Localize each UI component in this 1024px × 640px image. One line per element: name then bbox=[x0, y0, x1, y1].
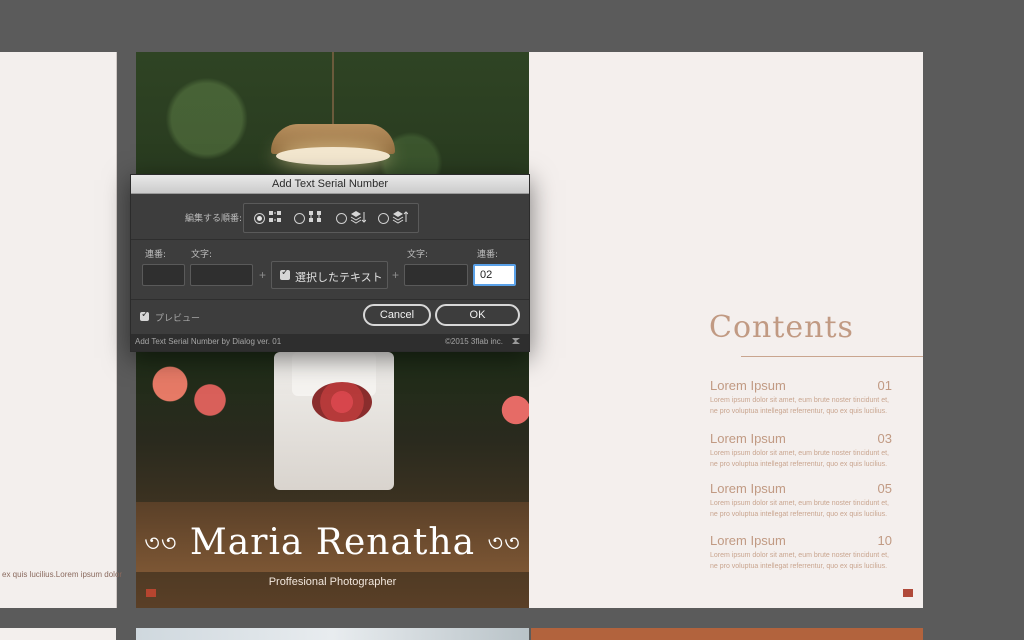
entry-name: Lorem Ipsum bbox=[710, 481, 786, 496]
entry-name: Lorem Ipsum bbox=[710, 431, 786, 446]
text-left-input[interactable] bbox=[190, 264, 253, 286]
entry-page: 03 bbox=[877, 431, 892, 446]
preview-label: プレビュー bbox=[155, 314, 201, 324]
footer-copyright: ©2015 3flab inc. bbox=[445, 337, 503, 346]
entry-page: 05 bbox=[877, 481, 892, 496]
add-serial-number-dialog: Add Text Serial Number 編集する順番: 連番: 文字: 文… bbox=[130, 174, 530, 352]
selected-text-toggle[interactable]: 選択したテキスト bbox=[271, 261, 388, 289]
text-left-label: 文字: bbox=[191, 250, 213, 260]
contents-entry: Lorem Ipsum 03 Lorem ipsum dolor sit amet… bbox=[710, 431, 892, 470]
flowers-right bbox=[496, 382, 529, 452]
contents-page: Contents Lorem Ipsum 01 Lorem ipsum dolor… bbox=[529, 52, 923, 608]
entry-page: 10 bbox=[877, 533, 892, 548]
order-radio-layers-down[interactable] bbox=[336, 213, 347, 224]
layers-down-order-icon bbox=[350, 211, 366, 224]
contents-entry: Lorem Ipsum 05 Lorem ipsum dolor sit amet… bbox=[710, 481, 892, 520]
serial-right-label: 連番: bbox=[477, 250, 499, 260]
left-page: ex quis lucilius.Lorem ipsum dolor bbox=[0, 52, 122, 608]
edit-order-group bbox=[243, 203, 419, 233]
order-radio-layers-up[interactable] bbox=[378, 213, 389, 224]
entry-name: Lorem Ipsum bbox=[710, 533, 786, 548]
ok-button[interactable]: OK bbox=[435, 304, 520, 326]
flowers-left bbox=[140, 352, 240, 432]
contents-entry: Lorem Ipsum 01 Lorem ipsum dolor sit amet… bbox=[710, 378, 892, 417]
selected-text-label: 選択したテキスト bbox=[295, 271, 383, 284]
entry-page: 01 bbox=[877, 378, 892, 393]
photo-title-text: Maria Renatha bbox=[189, 522, 476, 563]
preview-checkbox[interactable] bbox=[140, 309, 149, 321]
lamp-cord bbox=[332, 52, 334, 126]
photo-title: ৩৩ Maria Renatha ৩৩ bbox=[136, 522, 529, 565]
order-radio-row[interactable] bbox=[254, 213, 265, 224]
entry-name: Lorem Ipsum bbox=[710, 378, 786, 393]
right-flourish-icon: ৩৩ bbox=[487, 529, 521, 557]
plus-right: + bbox=[392, 268, 400, 282]
grid-column-order-icon bbox=[309, 211, 321, 222]
plus-left: + bbox=[259, 268, 267, 282]
cake-roses bbox=[312, 382, 372, 422]
dialog-divider bbox=[131, 239, 529, 240]
left-flourish-icon: ৩৩ bbox=[144, 529, 178, 557]
serial-left-label: 連番: bbox=[145, 250, 167, 260]
grid-row-order-icon bbox=[269, 211, 281, 222]
lamp-light bbox=[276, 147, 390, 165]
next-spread-left-page bbox=[0, 628, 116, 640]
dialog-title: Add Text Serial Number bbox=[131, 175, 529, 194]
entry-body: Lorem ipsum dolor sit amet, eum brute no… bbox=[710, 500, 889, 518]
photo-subtitle: Proffesional Photographer bbox=[268, 576, 397, 588]
contents-entry: Lorem Ipsum 10 Lorem ipsum dolor sit amet… bbox=[710, 533, 892, 572]
contents-divider bbox=[741, 356, 923, 357]
entry-body: Lorem ipsum dolor sit amet, eum brute no… bbox=[710, 552, 889, 570]
3flab-logo-icon bbox=[512, 338, 520, 344]
selected-text-checkbox[interactable] bbox=[280, 267, 290, 280]
text-right-input[interactable] bbox=[404, 264, 468, 286]
next-spread-right-page bbox=[531, 628, 923, 640]
page-number-marker bbox=[903, 589, 913, 597]
entry-body: Lorem ipsum dolor sit amet, eum brute no… bbox=[710, 450, 889, 468]
footer-version: Add Text Serial Number by Dialog ver. 01 bbox=[135, 337, 282, 346]
text-right-label: 文字: bbox=[407, 250, 429, 260]
page-number-marker bbox=[146, 589, 156, 597]
contents-heading: Contents bbox=[709, 310, 854, 345]
entry-body: Lorem ipsum dolor sit amet, eum brute no… bbox=[710, 397, 889, 415]
order-radio-column[interactable] bbox=[294, 213, 305, 224]
next-spread-photo-page bbox=[136, 628, 529, 640]
left-page-text: ex quis lucilius.Lorem ipsum dolor bbox=[2, 570, 123, 579]
dialog-divider bbox=[131, 299, 529, 300]
edit-order-label: 編集する順番: bbox=[185, 214, 243, 224]
serial-left-input[interactable] bbox=[142, 264, 185, 286]
cancel-button[interactable]: Cancel bbox=[363, 304, 431, 326]
serial-right-input[interactable]: 02 bbox=[473, 264, 516, 286]
layers-up-order-icon bbox=[392, 211, 408, 224]
